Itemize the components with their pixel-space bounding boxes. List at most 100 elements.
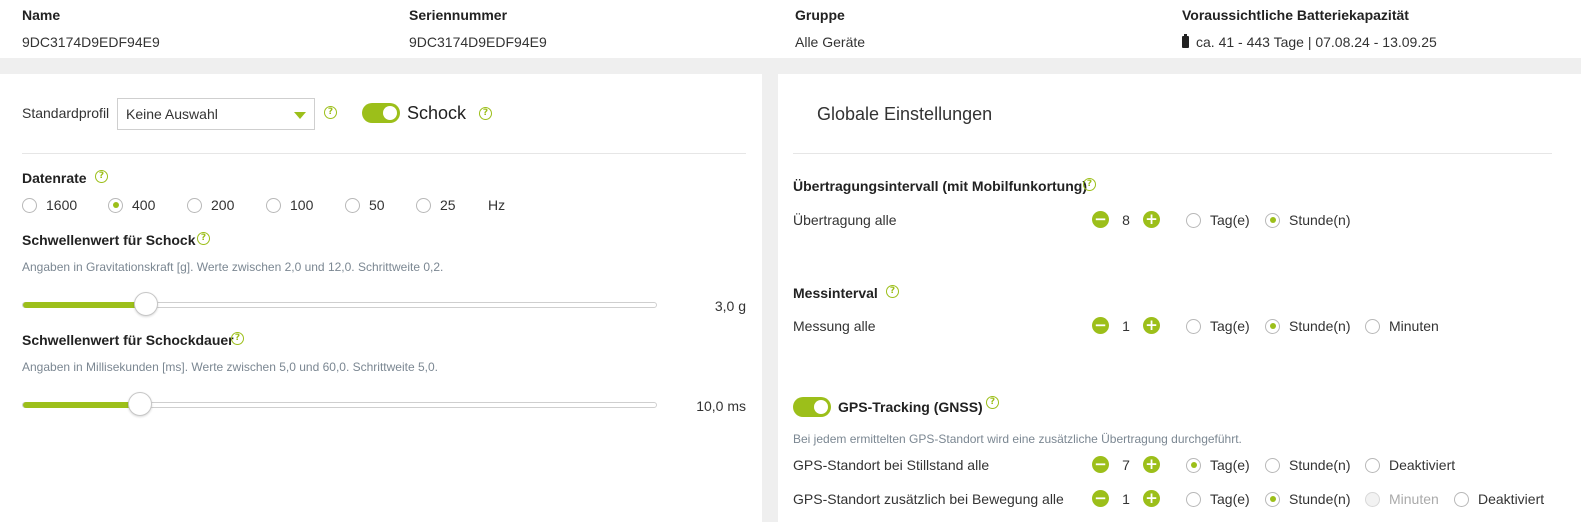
gps-still-unit-day[interactable]: Tag(e)	[1186, 457, 1250, 473]
datarate-option-400[interactable]: 400	[108, 197, 155, 213]
gps-still-unit-hour[interactable]: Stunde(n)	[1265, 457, 1350, 473]
question-icon[interactable]: ?	[95, 170, 108, 183]
radio-dot	[1265, 212, 1280, 228]
gps-move-unit-hour[interactable]: Stunde(n)	[1265, 491, 1350, 507]
datarate-option-100[interactable]: 100	[266, 197, 313, 213]
question-icon[interactable]: ?	[1083, 178, 1096, 191]
radio-dot	[1265, 457, 1280, 473]
slider-thumb[interactable]	[134, 292, 158, 316]
gps-heading: GPS-Tracking (GNSS)	[838, 399, 983, 415]
measure-unit-hour[interactable]: Stunde(n)	[1265, 318, 1350, 334]
radio-label: Minuten	[1389, 491, 1439, 507]
slider-fill	[23, 402, 140, 408]
radio-label: Tag(e)	[1210, 212, 1250, 228]
info-group-value: Alle Geräte	[795, 34, 866, 50]
divider	[793, 153, 1552, 154]
question-icon[interactable]: ?	[986, 396, 999, 409]
radio-dot	[266, 197, 281, 213]
datarate-option-200[interactable]: 200	[187, 197, 234, 213]
shock-threshold-slider[interactable]	[22, 292, 657, 316]
profile-select-value: Keine Auswahl	[126, 106, 218, 122]
radio-label: 100	[290, 197, 314, 213]
radio-label: 1600	[46, 197, 78, 213]
question-icon[interactable]: ?	[197, 232, 210, 245]
panel-title: Globale Einstellungen	[817, 104, 993, 124]
radio-label: Stunde(n)	[1289, 212, 1351, 228]
measure-stepper: − 1 +	[1092, 317, 1160, 334]
shock-toggle[interactable]	[362, 103, 400, 123]
stepper-value[interactable]: 7	[1109, 457, 1143, 473]
info-name-label: Name	[22, 7, 61, 23]
gps-move-unit-off[interactable]: Deaktiviert	[1454, 491, 1544, 507]
plus-icon[interactable]: +	[1143, 317, 1160, 334]
info-name: Name 9DC3174D9EDF94E9	[22, 7, 160, 50]
radio-dot	[187, 197, 202, 213]
global-settings-panel: Globale Einstellungen Übertragungsinterv…	[778, 74, 1581, 522]
profile-label: Standardprofil	[22, 105, 110, 121]
radio-label: Deaktiviert	[1478, 491, 1545, 507]
shock-panel: Standardprofil Keine Auswahl ? Schock ? …	[0, 74, 762, 522]
radio-label: Tag(e)	[1210, 457, 1250, 473]
info-group-label: Gruppe	[795, 7, 845, 23]
radio-label: Stunde(n)	[1289, 457, 1351, 473]
info-battery-label: Voraussichtliche Batteriekapazität	[1182, 7, 1409, 23]
radio-label: Deaktiviert	[1389, 457, 1456, 473]
stepper-value[interactable]: 1	[1109, 318, 1143, 334]
minus-icon[interactable]: −	[1092, 490, 1109, 507]
minus-icon[interactable]: −	[1092, 211, 1109, 228]
shock-threshold-label: Schwellenwert für Schock	[22, 232, 196, 248]
gps-still-unit-off[interactable]: Deaktiviert	[1365, 457, 1455, 473]
info-battery-value-row: ca. 41 - 443 Tage | 07.08.24 - 13.09.25	[1182, 34, 1437, 50]
measure-heading: Messinterval	[793, 285, 878, 301]
radio-label: Stunde(n)	[1289, 491, 1351, 507]
radio-label: Stunde(n)	[1289, 318, 1351, 334]
question-icon[interactable]: ?	[886, 285, 899, 298]
info-battery: Voraussichtliche Batteriekapazität ca. 4…	[1182, 7, 1437, 50]
radio-label: Tag(e)	[1210, 318, 1250, 334]
slider-thumb[interactable]	[128, 392, 152, 416]
info-group: Gruppe Alle Geräte	[795, 7, 865, 50]
shock-duration-slider[interactable]	[22, 392, 657, 416]
radio-dot	[345, 197, 360, 213]
question-icon[interactable]: ?	[231, 332, 244, 345]
radio-dot	[108, 197, 123, 213]
radio-dot	[1186, 457, 1201, 473]
gps-toggle[interactable]	[793, 397, 831, 417]
radio-dot	[1265, 318, 1280, 334]
stepper-value[interactable]: 8	[1109, 212, 1143, 228]
profile-select[interactable]: Keine Auswahl	[117, 98, 315, 130]
shock-duration-hint: Angaben in Millisekunden [ms]. Werte zwi…	[22, 360, 438, 374]
measure-unit-day[interactable]: Tag(e)	[1186, 318, 1250, 334]
toggle-knob	[814, 400, 828, 414]
minus-icon[interactable]: −	[1092, 456, 1109, 473]
info-name-value: 9DC3174D9EDF94E9	[22, 34, 160, 50]
question-icon[interactable]: ?	[324, 106, 337, 119]
gps-still-stepper: − 7 +	[1092, 456, 1160, 473]
radio-label: 400	[132, 197, 156, 213]
gps-move-label: GPS-Standort zusätzlich bei Bewegung all…	[793, 491, 1064, 507]
datarate-option-1600[interactable]: 1600	[22, 197, 77, 213]
stepper-value[interactable]: 1	[1109, 491, 1143, 507]
toggle-knob	[383, 106, 397, 120]
datarate-option-50[interactable]: 50	[345, 197, 385, 213]
device-info-bar: Name 9DC3174D9EDF94E9 Seriennummer 9DC31…	[0, 0, 1581, 58]
plus-icon[interactable]: +	[1143, 456, 1160, 473]
measure-unit-min[interactable]: Minuten	[1365, 318, 1439, 334]
plus-icon[interactable]: +	[1143, 211, 1160, 228]
shock-threshold-hint: Angaben in Gravitationskraft [g]. Werte …	[22, 260, 444, 274]
transmission-unit-hour[interactable]: Stunde(n)	[1265, 212, 1350, 228]
transmission-unit-day[interactable]: Tag(e)	[1186, 212, 1250, 228]
radio-dot	[1186, 318, 1201, 334]
datarate-option-25[interactable]: 25	[416, 197, 456, 213]
info-battery-value: ca. 41 - 443 Tage | 07.08.24 - 13.09.25	[1196, 34, 1437, 50]
info-serial-label: Seriennummer	[409, 7, 508, 23]
gps-move-stepper: − 1 +	[1092, 490, 1160, 507]
transmission-stepper: − 8 +	[1092, 211, 1160, 228]
minus-icon[interactable]: −	[1092, 317, 1109, 334]
question-icon[interactable]: ?	[479, 107, 492, 120]
gps-move-unit-day[interactable]: Tag(e)	[1186, 491, 1250, 507]
slider-fill	[23, 302, 146, 308]
gps-still-label: GPS-Standort bei Stillstand alle	[793, 457, 990, 473]
plus-icon[interactable]: +	[1143, 490, 1160, 507]
radio-dot	[1454, 491, 1469, 507]
